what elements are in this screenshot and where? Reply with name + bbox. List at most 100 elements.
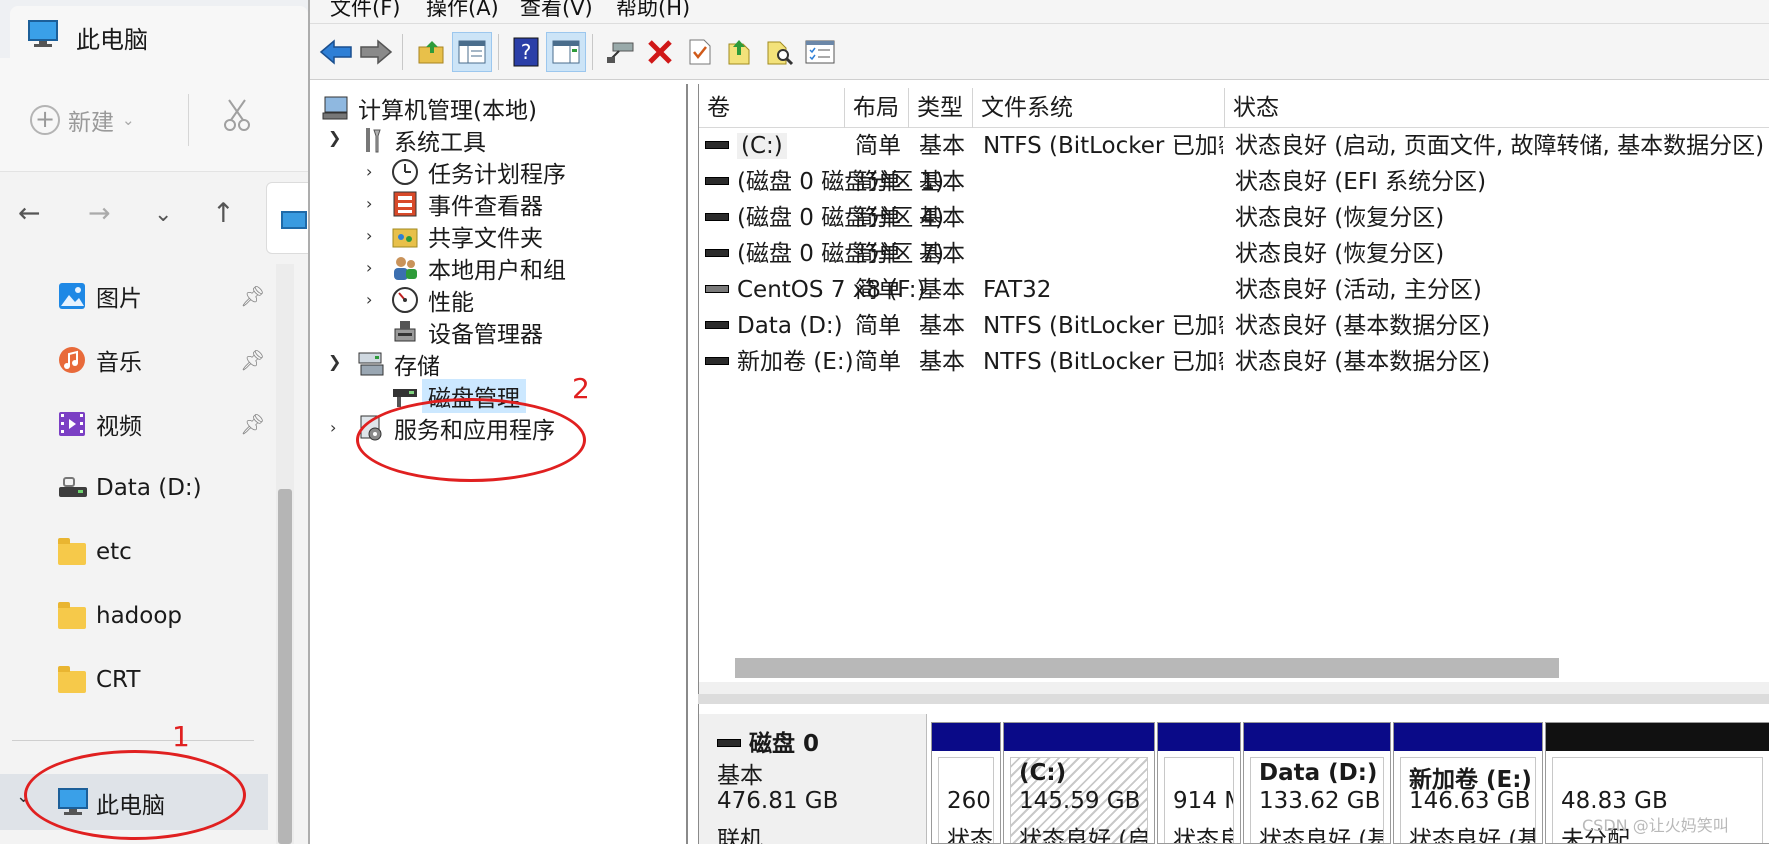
partition-block-d[interactable]: Data (D:) 133.62 GB N 状态良好 (基: [1243, 722, 1391, 844]
volume-name: (磁盘 0 磁盘分区 4): [737, 205, 945, 231]
chevron-down-icon[interactable]: ❯: [328, 352, 341, 371]
forward-arrow-icon[interactable]: →: [88, 200, 111, 227]
partition-bar: [1546, 723, 1769, 751]
chevron-right-icon[interactable]: ›: [366, 258, 372, 277]
layout-cell: 简单: [855, 313, 901, 339]
menu-file[interactable]: 文件(F): [330, 0, 400, 22]
partition-block-e[interactable]: 新加卷 (E:) 146.63 GB N 状态良好 (基: [1393, 722, 1543, 844]
tree-node-shared-folders[interactable]: 共享文件夹: [390, 220, 543, 252]
volume-row[interactable]: (磁盘 0 磁盘分区 1) 简单 基本 状态良好 (EFI 系统分区): [699, 164, 1769, 200]
volume-row[interactable]: 新加卷 (E:) 简单 基本 NTFS (BitLocker 已加密) 状态良好…: [699, 344, 1769, 380]
search-folder-icon[interactable]: [760, 32, 800, 72]
partition-body: Data (D:) 133.62 GB N 状态良好 (基: [1250, 757, 1384, 843]
volume-row[interactable]: (C:) 简单 基本 NTFS (BitLocker 已加密) 状态良好 (启动…: [699, 128, 1769, 164]
column-header-type[interactable]: 类型: [909, 88, 973, 128]
partition-bar: [1394, 723, 1542, 751]
column-header-filesystem[interactable]: 文件系统: [973, 88, 1225, 128]
horizontal-scrollbar-thumb[interactable]: [735, 658, 1559, 678]
partition-block-c[interactable]: (C:) 145.59 GB N 状态良好 (启动: [1003, 722, 1155, 844]
chevron-right-icon[interactable]: ›: [330, 418, 336, 437]
folder-icon: [58, 602, 86, 629]
tree-node-computer-management[interactable]: 计算机管理(本地): [320, 92, 537, 124]
back-arrow-icon[interactable]: ←: [18, 200, 41, 227]
pin-icon[interactable]: 📌︎: [240, 284, 265, 308]
nav-scrollbar[interactable]: [276, 264, 294, 844]
partition-body: 新加卷 (E:) 146.63 GB N 状态良好 (基: [1400, 757, 1536, 843]
quick-item-music[interactable]: 音乐: [58, 340, 142, 380]
chevron-right-icon[interactable]: ›: [366, 194, 372, 213]
tab-this-pc[interactable]: 此电脑: [10, 6, 308, 58]
tree-node-event-viewer[interactable]: 事件查看器: [390, 188, 543, 220]
pin-icon[interactable]: 📌︎: [240, 412, 265, 436]
chevron-down-icon[interactable]: ❯: [328, 128, 341, 147]
chevron-right-icon[interactable]: ›: [366, 226, 372, 245]
watermark: CSDN @让火妈笑叫: [1582, 816, 1729, 835]
partition-block[interactable]: 914 M 状态良: [1157, 722, 1241, 844]
recent-locations-chevron-icon[interactable]: ⌄: [154, 204, 172, 226]
folder-up-icon[interactable]: [720, 32, 760, 72]
menu-help[interactable]: 帮助(H): [616, 0, 690, 22]
address-bar[interactable]: [266, 182, 308, 254]
tree-node-device-manager[interactable]: 设备管理器: [390, 316, 543, 348]
annotation-number-2: 2: [572, 372, 590, 405]
menu-view[interactable]: 查看(V): [520, 0, 593, 22]
tree-node-performance[interactable]: 性能: [390, 284, 474, 316]
show-tree-icon[interactable]: [452, 32, 492, 72]
chevron-right-icon[interactable]: ›: [366, 162, 372, 181]
quick-item-hadoop[interactable]: hadoop: [58, 596, 182, 636]
quick-item-videos[interactable]: 视频: [58, 404, 142, 444]
column-header-layout[interactable]: 布局: [845, 88, 909, 128]
partition-status: 状态良: [1173, 827, 1233, 843]
show-action-pane-icon[interactable]: [546, 32, 586, 72]
up-arrow-icon[interactable]: ↑: [212, 200, 235, 227]
connect-drive-icon[interactable]: [600, 32, 640, 72]
chevron-right-icon[interactable]: ›: [366, 290, 372, 309]
volume-name: Data (D:): [737, 313, 843, 339]
scrollbar-thumb[interactable]: [278, 489, 292, 844]
tree-node-task-scheduler[interactable]: 任务计划程序: [390, 156, 566, 188]
drive-icon: [705, 140, 729, 149]
volume-row[interactable]: (磁盘 0 磁盘分区 4) 简单 基本 状态良好 (恢复分区): [699, 200, 1769, 236]
tree-node-storage[interactable]: 存储: [356, 348, 440, 380]
column-header-status[interactable]: 状态: [1225, 88, 1769, 128]
cut-icon[interactable]: [222, 98, 252, 136]
pane-splitter[interactable]: [698, 694, 1769, 704]
up-folder-icon[interactable]: [412, 32, 452, 72]
layout-cell: 简单: [855, 133, 901, 159]
layout-cell: 简单: [855, 241, 901, 267]
volume-row[interactable]: Data (D:) 简单 基本 NTFS (BitLocker 已加密) 状态良…: [699, 308, 1769, 344]
properties-icon[interactable]: [800, 32, 840, 72]
column-header-volume[interactable]: 卷: [699, 88, 845, 128]
back-icon[interactable]: [316, 32, 356, 72]
volume-row[interactable]: (磁盘 0 磁盘分区 7) 简单 基本 状态良好 (恢复分区): [699, 236, 1769, 272]
tree-node-system-tools[interactable]: 系统工具: [356, 124, 486, 156]
volume-list-pane: 卷 布局 类型 文件系统 状态 (C:) 简单 基本 NTFS (BitLock…: [698, 84, 1769, 694]
folder-icon: [58, 666, 86, 693]
new-button[interactable]: + 新建 ⌄: [30, 102, 135, 138]
filesystem-cell: NTFS (BitLocker 已加密): [983, 313, 1223, 339]
help-icon[interactable]: ?: [506, 32, 546, 72]
pictures-icon: [58, 282, 86, 310]
quick-item-etc[interactable]: etc: [58, 532, 132, 572]
tree-node-label: 设备管理器: [428, 322, 543, 348]
tree-node-local-users-groups[interactable]: 本地用户和组: [390, 252, 566, 284]
check-icon[interactable]: [680, 32, 720, 72]
quick-item-pictures[interactable]: 图片: [58, 276, 142, 316]
delete-icon[interactable]: [640, 32, 680, 72]
pin-icon[interactable]: 📌︎: [240, 348, 265, 372]
status-cell: 状态良好 (基本数据分区): [1235, 349, 1491, 375]
quick-item-data-drive[interactable]: Data (D:): [58, 468, 202, 508]
forward-icon[interactable]: [356, 32, 396, 72]
quick-item-crt[interactable]: CRT: [58, 660, 140, 700]
disk-info-panel[interactable]: 磁盘 0 基本 476.81 GB 联机: [699, 714, 927, 844]
drive-icon: [717, 738, 741, 747]
menu-action[interactable]: 操作(A): [426, 0, 499, 22]
performance-icon: [390, 285, 420, 315]
partition-status: 状态良好 (基: [1259, 827, 1384, 843]
volume-row[interactable]: CentOS 7 x8 (F:) 简单 基本 FAT32 状态良好 (活动, 主…: [699, 272, 1769, 308]
disk-name: 磁盘 0: [749, 731, 820, 757]
partition-block[interactable]: 260 状态: [931, 722, 1001, 844]
toolbar-separator: [498, 34, 499, 70]
annotation-circle-1: [24, 750, 246, 840]
annotation-circle-2: [356, 398, 586, 482]
